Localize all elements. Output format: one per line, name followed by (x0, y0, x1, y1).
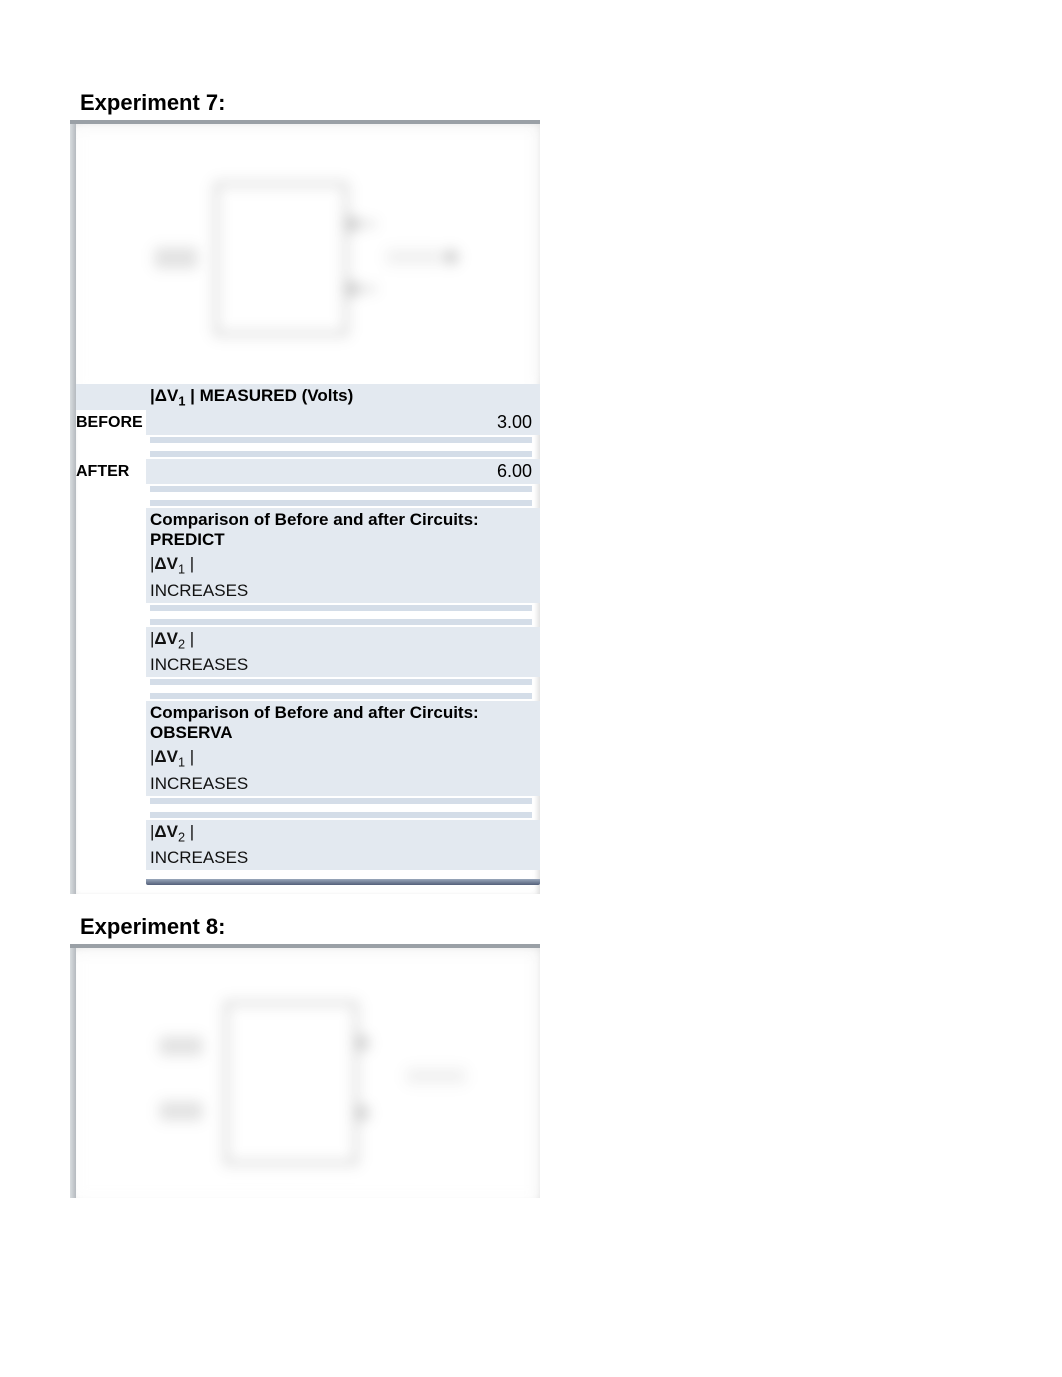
spacer-row-2 (76, 484, 540, 508)
observa-dv1-value: INCREASES (146, 772, 540, 796)
experiment-7-data: |ΔV1 | MEASURED (Volts) BEFORE 3.00 (76, 384, 540, 894)
spacer-row-5 (76, 796, 540, 820)
observa-dv2-value: INCREASES (146, 846, 540, 870)
observa-dv1-value-row: INCREASES (76, 772, 540, 796)
spacer-row-3 (76, 603, 540, 627)
circuit-diagram-8 (76, 948, 540, 1198)
bottom-band-row (76, 870, 540, 894)
after-label: AFTER (76, 463, 146, 481)
spacer-row-1 (76, 435, 540, 459)
predict-header: Comparison of Before and after Circuits:… (146, 508, 540, 552)
experiment-7-title: Experiment 7: (70, 90, 540, 124)
observa-header: Comparison of Before and after Circuits:… (146, 701, 540, 745)
experiment-7-body: |ΔV1 | MEASURED (Volts) BEFORE 3.00 (70, 124, 540, 894)
before-label: BEFORE (76, 414, 146, 432)
experiment-8-block: Experiment 8: (70, 914, 540, 1198)
predict-dv1-value: INCREASES (146, 579, 540, 603)
measured-header-row: |ΔV1 | MEASURED (Volts) (76, 384, 540, 410)
predict-dv2-value: INCREASES (146, 653, 540, 677)
page: Experiment 7: (0, 0, 1062, 1377)
predict-dv2-label: |ΔV2 | (146, 627, 540, 653)
circuit-sketch-8 (126, 978, 486, 1178)
experiment-7-block: Experiment 7: (70, 90, 540, 894)
before-row: BEFORE 3.00 (76, 410, 540, 435)
experiment-8-body (70, 948, 540, 1198)
predict-dv2-label-row: |ΔV2 | (76, 627, 540, 653)
predict-dv1-value-row: INCREASES (76, 579, 540, 603)
dv-symbol: ΔV (155, 386, 179, 405)
observa-dv2-label: |ΔV2 | (146, 820, 540, 846)
experiment-8-title: Experiment 8: (70, 914, 540, 948)
predict-dv1-label: |ΔV1 | (146, 552, 540, 578)
predict-dv2-value-row: INCREASES (76, 653, 540, 677)
observa-dv1-label: |ΔV1 | (146, 745, 540, 771)
observa-dv1-label-row: |ΔV1 | (76, 745, 540, 771)
spacer-row-4 (76, 677, 540, 701)
predict-header-row: Comparison of Before and after Circuits:… (76, 508, 540, 552)
circuit-sketch (126, 154, 486, 354)
observa-dv2-value-row: INCREASES (76, 846, 540, 870)
measured-header: |ΔV1 | MEASURED (Volts) (146, 384, 540, 410)
observa-dv2-label-row: |ΔV2 | (76, 820, 540, 846)
before-value: 3.00 (146, 410, 540, 435)
predict-dv1-label-row: |ΔV1 | (76, 552, 540, 578)
measured-header-text: | MEASURED (Volts) (185, 386, 353, 405)
circuit-diagram-7 (76, 124, 540, 384)
after-row: AFTER 6.00 (76, 459, 540, 484)
after-value: 6.00 (146, 459, 540, 484)
observa-header-row: Comparison of Before and after Circuits:… (76, 701, 540, 745)
